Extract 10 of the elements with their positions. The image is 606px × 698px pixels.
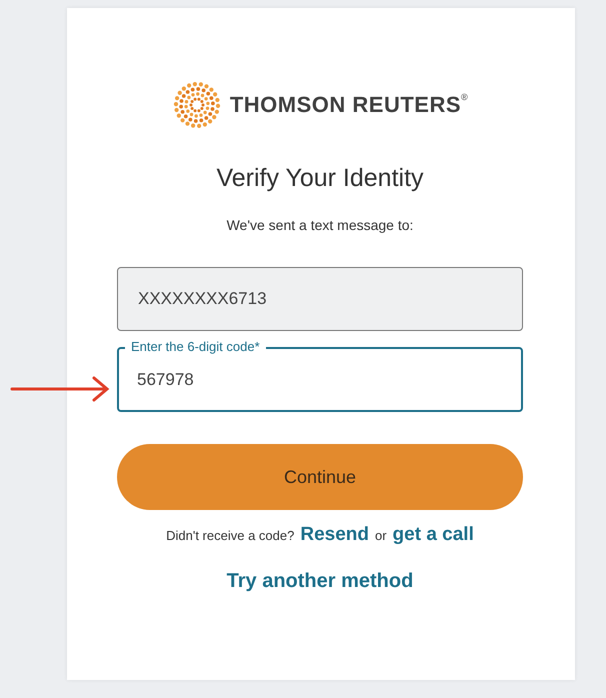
continue-button[interactable]: Continue bbox=[117, 444, 523, 510]
resend-link[interactable]: Resend bbox=[300, 524, 369, 546]
or-text: or bbox=[374, 528, 387, 543]
page-heading: Verify Your Identity bbox=[215, 164, 425, 193]
get-call-link[interactable]: get a call bbox=[392, 524, 474, 546]
logo-icon bbox=[174, 82, 220, 128]
alternative-method-link[interactable]: Try another method bbox=[226, 570, 414, 592]
brand-name: THOMSON REUTERS$^{®}$ bbox=[230, 92, 468, 118]
instruction-text: We've sent a text message to: bbox=[226, 217, 414, 233]
resend-prompt: Didn't receive a code? bbox=[166, 528, 294, 543]
